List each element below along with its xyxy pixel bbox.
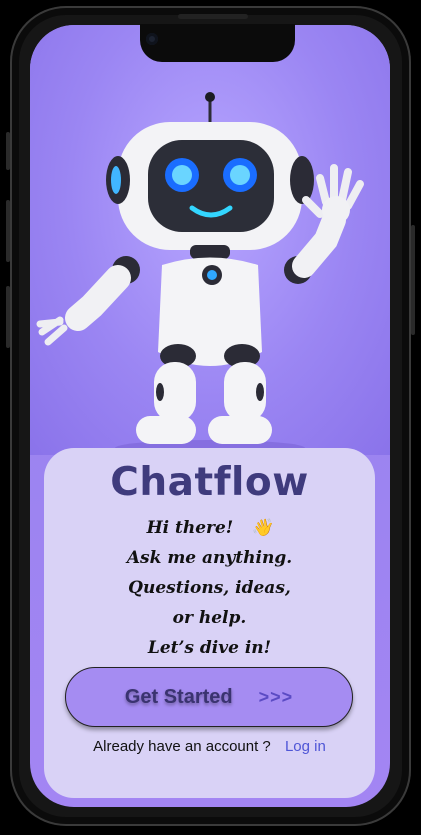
greeting-line-1: Hi there! 👋: [44, 513, 375, 543]
hero-section: [30, 25, 390, 455]
power-button: [411, 225, 415, 335]
front-camera-icon: [146, 33, 158, 45]
greeting-line-3: Questions, ideas,: [128, 578, 291, 598]
speaker-grille: [178, 14, 248, 19]
account-prompt-text: Already have an account ?: [93, 738, 271, 755]
volume-up-button: [6, 200, 10, 262]
phone-notch: [140, 24, 295, 62]
greeting-line-2: Ask me anything.: [126, 548, 293, 568]
phone-mockup: Chatflow Hi there! 👋 Ask me anything. Que…: [0, 0, 421, 835]
waving-hand-icon: 👋: [251, 518, 273, 538]
greeting-line-4: or help.: [172, 608, 247, 628]
greeting-line-5: Let’s dive in!: [147, 638, 272, 658]
robot-waving-illustration: [36, 92, 364, 455]
get-started-button[interactable]: Get Started >>>: [65, 667, 353, 727]
mute-switch: [6, 132, 10, 170]
greeting-text-1: Hi there!: [146, 518, 234, 538]
app-screen: Chatflow Hi there! 👋 Ask me anything. Que…: [30, 25, 390, 807]
welcome-card: Chatflow Hi there! 👋 Ask me anything. Que…: [44, 448, 375, 798]
arrows-icon: >>>: [258, 686, 294, 707]
login-prompt: Already have an account ? Log in: [44, 738, 375, 755]
app-title: Chatflow: [110, 460, 309, 505]
get-started-label: Get Started: [124, 685, 233, 708]
login-link[interactable]: Log in: [285, 738, 326, 755]
volume-down-button: [6, 286, 10, 348]
